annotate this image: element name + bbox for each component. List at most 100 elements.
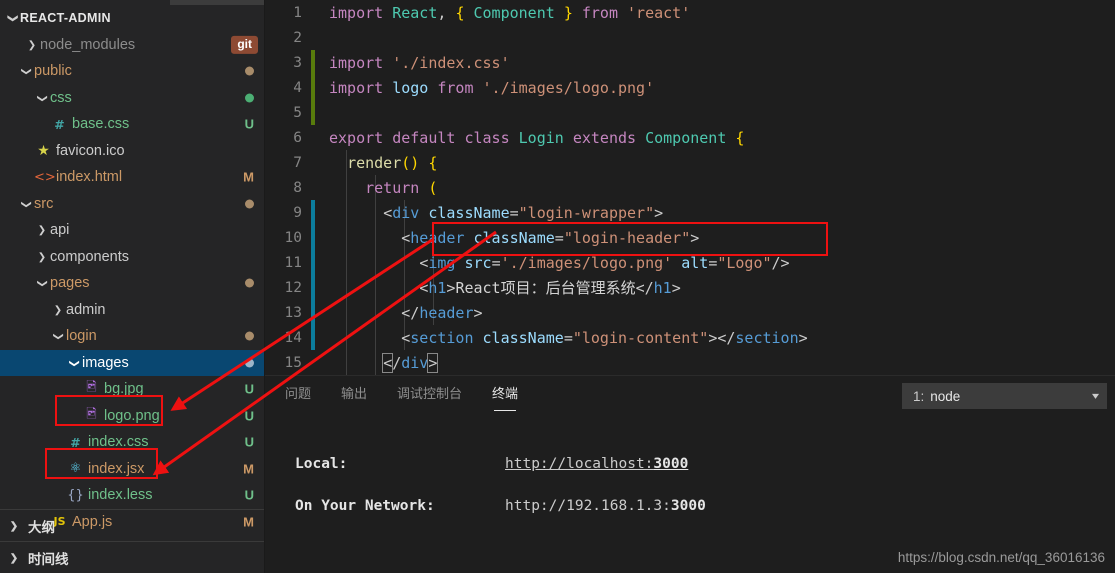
editor-area: 1 import React, { Component } from 'reac… [265, 0, 1115, 573]
explorer-project-root[interactable]: REACT-ADMIN [0, 5, 264, 32]
line-number: 9 [293, 204, 302, 221]
network-label: On Your Network: [295, 498, 435, 514]
tree-item-label: pages [50, 275, 90, 292]
tree-item-admin[interactable]: admin [0, 297, 264, 324]
line-number: 15 [284, 354, 302, 371]
line-number: 10 [284, 229, 302, 246]
tree-item-label: api [50, 222, 70, 239]
tree-item-images[interactable]: images [0, 349, 264, 376]
code-line-text: <div className="login-wrapper"> [383, 203, 664, 222]
tab-label: 调试控制台 [397, 386, 463, 401]
terminal-output[interactable]: Local: http://localhost:3000 On Your Netw… [265, 411, 1115, 573]
line-number: 2 [293, 29, 302, 46]
code-line: 13 </header> [265, 300, 1115, 325]
less-file-icon: {} [67, 487, 84, 503]
code-line: 12 <h1>React项目：后台管理系统</h1> [265, 275, 1115, 300]
tree-item-src[interactable]: src [0, 191, 264, 218]
git-status-badge: U [244, 381, 254, 397]
tree-item-css[interactable]: css [0, 85, 264, 112]
tree-item-base-css[interactable]: # base.css U [0, 111, 264, 138]
code-line-text: <h1>React项目：后台管理系统</h1> [419, 279, 681, 297]
code-line: 5 [265, 100, 1115, 125]
tree-item-api[interactable]: api [0, 217, 264, 244]
git-status-badge: U [244, 487, 254, 503]
code-line: 15 </div> [265, 350, 1115, 375]
tab-label: 终端 [492, 386, 519, 401]
annotation-box-index-jsx [45, 448, 158, 479]
code-line-text: import logo from './images/logo.png' [329, 78, 655, 97]
terminal-name: node [930, 388, 961, 404]
tree-item-label: src [34, 195, 54, 212]
line-number: 1 [293, 4, 302, 21]
code-line-text: <img src='./images/logo.png' alt="Logo"/… [419, 253, 790, 272]
tab-terminal[interactable]: 终端 [492, 383, 519, 411]
code-editor[interactable]: 1 import React, { Component } from 'reac… [265, 0, 1115, 375]
git-status-badge: U [244, 434, 254, 450]
outline-section[interactable]: 大纲 [0, 509, 264, 541]
diff-marker-added [311, 100, 315, 125]
chevron-right-icon [6, 552, 22, 564]
tree-item-login[interactable]: login [0, 323, 264, 350]
outline-label: 大纲 [28, 519, 55, 535]
line-number: 12 [284, 279, 302, 296]
code-line: 6 export default class Login extends Com… [265, 125, 1115, 150]
tree-item-label: public [34, 63, 72, 80]
chevron-right-icon [24, 39, 40, 51]
git-status-badge: U [244, 116, 254, 132]
folder-status-dot [245, 66, 254, 76]
code-line: 8 return ( [265, 175, 1115, 200]
line-number: 4 [293, 79, 302, 96]
line-number: 13 [284, 304, 302, 321]
watermark-text: https://blog.csdn.net/qq_36016136 [897, 550, 1105, 565]
tree-item-node_modules[interactable]: node_modules git [0, 32, 264, 59]
tree-item-public[interactable]: public [0, 58, 264, 85]
code-line: 4 import logo from './images/logo.png' [265, 75, 1115, 100]
code-line-text: render() { [347, 153, 438, 172]
line-number: 11 [284, 254, 302, 271]
line-number: 6 [293, 129, 302, 146]
code-line: 1 import React, { Component } from 'reac… [265, 0, 1115, 25]
folder-status-dot [245, 278, 254, 288]
tab-output[interactable]: 输出 [341, 383, 367, 404]
tree-item-label: css [50, 89, 72, 106]
chevron-down-icon [34, 92, 50, 104]
code-line-text: import React, { Component } from 'react' [329, 3, 691, 22]
tree-item-label: login [66, 328, 97, 345]
code-line-text: </header> [401, 303, 483, 322]
annotation-box-logo-png [55, 395, 163, 426]
tab-label: 问题 [285, 386, 312, 401]
network-url[interactable]: http://192.168.1.3: [505, 498, 671, 514]
tree-item-components[interactable]: components [0, 244, 264, 271]
bottom-panel: 问题 输出 调试控制台 终端 1: node ▾ Local: http://lo… [265, 375, 1115, 573]
tree-item-label: images [82, 354, 129, 371]
star-icon: ★ [37, 142, 50, 159]
tree-item-index-html[interactable]: <> index.html M [0, 164, 264, 191]
local-port[interactable]: 3000 [653, 456, 688, 472]
chevron-right-icon [34, 251, 50, 263]
chevron-down-icon [4, 12, 20, 24]
terminal-selector-dropdown[interactable]: 1: node ▾ [902, 383, 1107, 409]
diff-marker [311, 25, 315, 50]
line-number: 3 [293, 54, 302, 71]
tree-item-pages[interactable]: pages [0, 270, 264, 297]
terminal-line-network: On Your Network: http://192.168.1.3:3000 [295, 496, 1115, 517]
tab-problems[interactable]: 问题 [285, 383, 311, 404]
git-status-badge: M [243, 169, 254, 185]
tree-item-index-less[interactable]: {} index.less U [0, 482, 264, 509]
code-line: 7 render() { [265, 150, 1115, 175]
tab-debug-console[interactable]: 调试控制台 [397, 383, 462, 404]
code-line-text: return ( [365, 178, 438, 197]
tree-item-favicon-ico[interactable]: ★ favicon.ico [0, 138, 264, 165]
tree-item-label: index.less [88, 487, 153, 504]
folder-status-dot [245, 358, 254, 368]
css-file-icon: # [54, 116, 65, 132]
local-url[interactable]: http://localhost: [505, 456, 653, 472]
tree-item-label: index.html [56, 169, 123, 186]
timeline-section[interactable]: 时间线 [0, 541, 264, 573]
line-number: 8 [293, 179, 302, 196]
code-line: 3 import './index.css' [265, 50, 1115, 75]
chevron-down-icon [66, 357, 82, 369]
git-status-badge: M [243, 461, 254, 477]
chevron-down-icon [18, 65, 34, 77]
git-badge: git [231, 35, 258, 54]
